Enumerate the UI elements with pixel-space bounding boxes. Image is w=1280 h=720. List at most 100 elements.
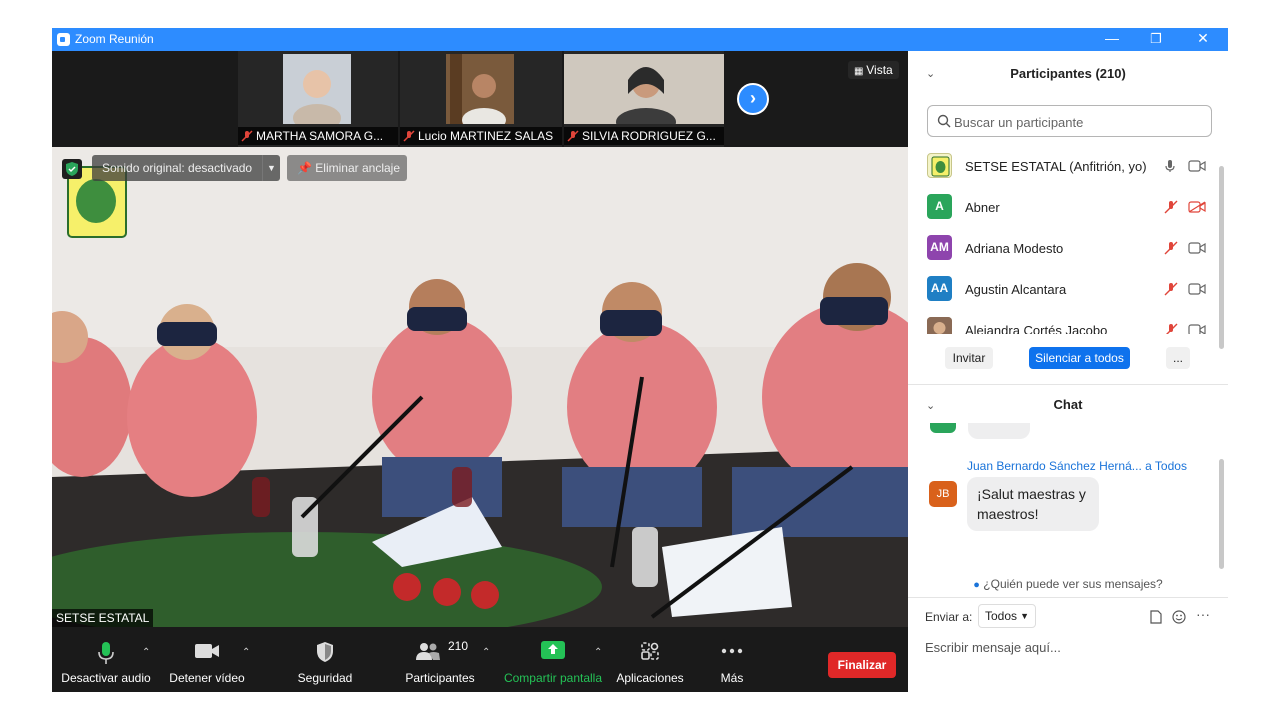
chat-scrollbar[interactable] — [1219, 459, 1224, 569]
avatar — [927, 317, 952, 334]
avatar: AM — [927, 235, 952, 260]
participant-row[interactable]: SETSE ESTATAL (Anfitrión, yo) — [908, 146, 1213, 187]
participant-row[interactable]: A Abner — [908, 187, 1213, 228]
divider — [908, 384, 1228, 385]
thumbnail-name: MARTHA SAMORA G... — [256, 129, 384, 143]
active-speaker-video[interactable]: Sonido original: desactivado ▼ 📌 Elimina… — [52, 147, 908, 627]
pin-icon: 📌 — [297, 161, 312, 175]
more-button[interactable]: Más — [706, 627, 758, 692]
mic-muted-icon[interactable] — [1164, 323, 1178, 334]
participant-row[interactable]: AA Agustin Alcantara — [908, 269, 1213, 310]
participants-icon — [416, 643, 440, 660]
participants-scrollbar[interactable] — [1219, 166, 1224, 349]
share-screen-icon — [541, 641, 565, 659]
avatar: JB — [929, 481, 957, 507]
mic-muted-icon[interactable] — [1164, 282, 1178, 296]
original-sound-toggle[interactable]: Sonido original: desactivado ▼ — [92, 155, 280, 181]
mic-muted-icon — [567, 130, 579, 142]
apps-icon — [641, 642, 659, 660]
participant-list: SETSE ESTATAL (Anfitrión, yo) A Abner AM… — [908, 146, 1228, 334]
chevron-up-icon[interactable]: ⌃ — [594, 647, 602, 658]
window-title: Zoom Reunión — [75, 32, 154, 46]
avatar — [927, 153, 952, 178]
thumbnail-name: SILVIA RODRIGUEZ G... — [582, 129, 716, 143]
mic-muted-icon[interactable] — [1164, 241, 1178, 255]
security-shield-icon[interactable] — [62, 159, 82, 179]
invite-button[interactable]: Invitar — [945, 347, 993, 369]
message-bubble: ¡Salut maestras y maestros! — [967, 477, 1099, 531]
message-recipient: a Todos — [1145, 459, 1187, 473]
mute-all-button[interactable]: Silenciar a todos — [1029, 347, 1130, 369]
apps-button[interactable]: Aplicaciones — [614, 627, 686, 692]
more-options-button[interactable]: ... — [1166, 347, 1190, 369]
thumbnail-video[interactable]: Lucio MARTINEZ SALAS — [400, 51, 562, 147]
emoji-icon[interactable] — [1172, 610, 1186, 624]
participant-actions: Invitar Silenciar a todos ... — [908, 347, 1228, 373]
participant-video-frame — [564, 54, 724, 124]
participant-video-frame — [446, 54, 514, 124]
avatar: A — [927, 194, 952, 219]
thumbnail-video[interactable]: SILVIA RODRIGUEZ G... — [564, 51, 724, 147]
chevron-up-icon[interactable]: ⌃ — [142, 647, 150, 658]
avatar — [930, 423, 956, 433]
mic-muted-icon[interactable] — [1164, 200, 1178, 214]
side-panel: ⌄ Participantes (210) SETSE ESTATAL (Anf… — [908, 51, 1228, 692]
video-camera-icon[interactable] — [1188, 242, 1206, 254]
close-button[interactable]: ✕ — [1180, 28, 1226, 51]
recipient-dropdown[interactable]: Todos ▼ — [978, 604, 1036, 628]
shield-icon — [317, 642, 333, 662]
search-input[interactable] — [954, 112, 1204, 132]
participant-row[interactable]: Alejandra Cortés Jacobo — [908, 310, 1213, 334]
video-off-icon[interactable] — [1188, 201, 1206, 213]
message-sender: Juan Bernardo Sánchez Herná... a Todos — [967, 459, 1187, 473]
unpin-button[interactable]: 📌 Eliminar anclaje — [287, 155, 407, 181]
video-camera-icon[interactable] — [1188, 283, 1206, 295]
participants-header: ⌄ Participantes (210) — [908, 51, 1228, 95]
next-page-button[interactable]: › — [737, 83, 769, 115]
view-button[interactable]: ▦ Vista — [848, 61, 899, 79]
microphone-icon[interactable] — [1164, 159, 1176, 173]
divider — [908, 597, 1228, 598]
participant-search[interactable] — [927, 105, 1212, 137]
chevron-up-icon[interactable]: ⌃ — [242, 647, 250, 658]
people-icon: ● — [973, 579, 980, 591]
stop-video-button[interactable]: ⌃ Detener vídeo — [164, 627, 250, 692]
message-bubble — [968, 423, 1030, 439]
zoom-window: Zoom Reunión — ❐ ✕ MARTHA SAMORA G... Lu… — [52, 28, 1228, 692]
share-screen-button[interactable]: ⌃ Compartir pantalla — [498, 627, 608, 692]
microphone-icon — [98, 642, 114, 664]
chat-header: ⌄ Chat — [908, 391, 1228, 421]
video-camera-icon — [195, 644, 219, 658]
chevron-up-icon[interactable]: ⌃ — [482, 647, 490, 658]
speaker-name: SETSE ESTATAL — [52, 609, 154, 627]
send-to-label: Enviar a: — [925, 610, 973, 624]
grid-icon: ▦ — [854, 66, 867, 77]
participants-title: Participantes (210) — [1010, 66, 1126, 81]
mic-muted-icon — [241, 130, 253, 142]
meeting-scene — [52, 147, 908, 627]
end-meeting-button[interactable]: Finalizar — [828, 652, 896, 678]
setse-logo-icon — [931, 156, 950, 177]
chevron-down-icon[interactable]: ▼ — [262, 155, 280, 181]
security-button[interactable]: Seguridad — [290, 627, 360, 692]
mute-audio-button[interactable]: ⌃ Desactivar audio — [60, 627, 152, 692]
video-camera-icon[interactable] — [1188, 160, 1206, 172]
search-icon — [937, 114, 951, 128]
who-can-see-link[interactable]: ● ¿Quién puede ver sus mensajes? — [908, 577, 1228, 591]
video-camera-icon[interactable] — [1188, 324, 1206, 334]
participant-video-frame — [283, 54, 351, 124]
thumbnail-strip: MARTHA SAMORA G... Lucio MARTINEZ SALAS — [52, 51, 908, 147]
participant-row[interactable]: AM Adriana Modesto — [908, 228, 1213, 269]
minimize-button[interactable]: — — [1089, 28, 1135, 51]
video-area: MARTHA SAMORA G... Lucio MARTINEZ SALAS — [52, 51, 908, 692]
more-dots-icon — [721, 648, 743, 654]
thumbnail-video[interactable]: MARTHA SAMORA G... — [238, 51, 398, 147]
chat-message-input[interactable] — [925, 637, 1215, 657]
restore-button[interactable]: ❐ — [1133, 28, 1179, 51]
participants-count: 210 — [448, 639, 469, 653]
meeting-toolbar: ⌃ Desactivar audio ⌃ Detener vídeo Segur… — [52, 627, 908, 692]
file-icon[interactable] — [1150, 610, 1162, 624]
more-options-icon[interactable]: ··· — [1196, 606, 1210, 622]
avatar: AA — [927, 276, 952, 301]
participants-button[interactable]: 210 ⌃ Participantes — [390, 627, 490, 692]
